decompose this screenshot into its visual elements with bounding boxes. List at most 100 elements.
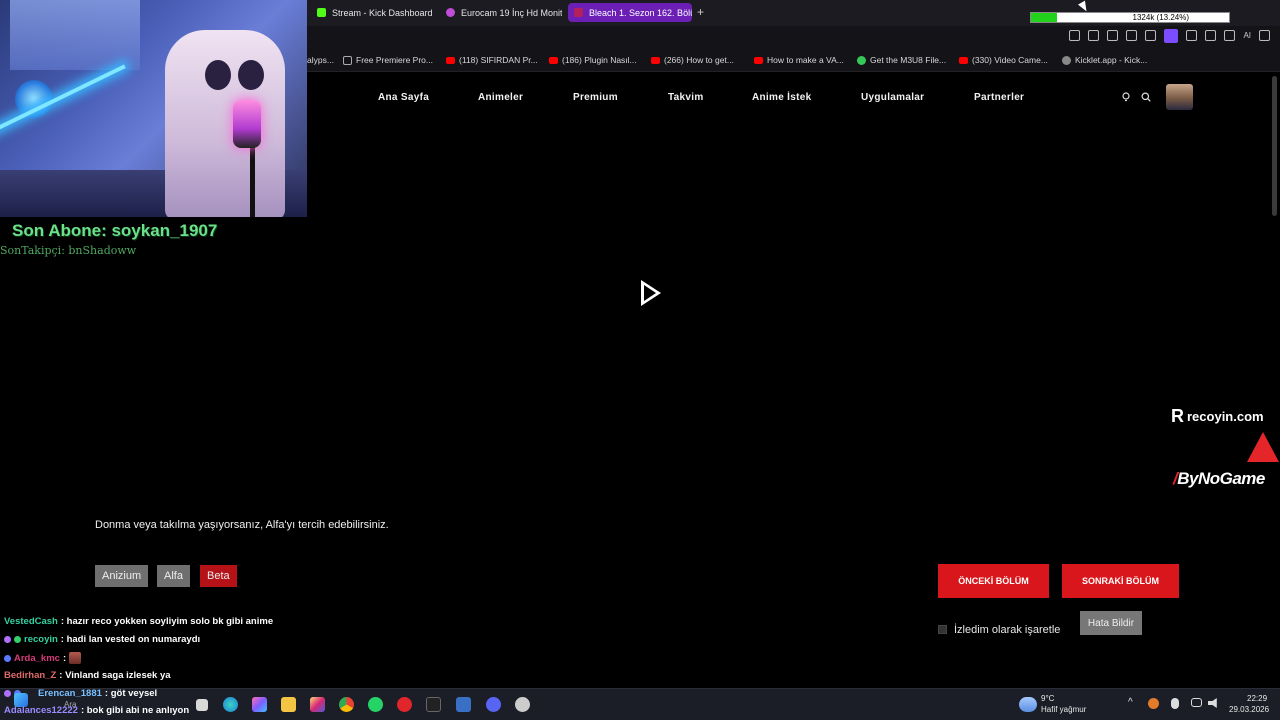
clock-time: 22:29 [1247,694,1268,703]
recording-progress-text: 1324k (13.24%) [1132,13,1189,22]
menu-icon[interactable] [1259,30,1270,41]
sponsor-recoyin: R recoyin.com [1171,406,1264,427]
page-scrollbar[interactable] [1272,76,1277,216]
folder-icon[interactable] [281,697,296,712]
site-icon [574,8,583,17]
nav-partnerler[interactable]: Partnerler [974,92,1024,103]
bookmark-item[interactable]: (330) Video Came... [959,55,1048,65]
bookmark-label: How to make a VA... [767,55,844,65]
tab-eurocam[interactable]: Eurocam 19 İnç Hd Monitö [440,3,562,22]
play-icon[interactable] [1126,30,1138,41]
display-icon[interactable] [1191,698,1202,707]
nav-premium[interactable]: Premium [573,92,618,103]
server-beta-button[interactable]: Beta [200,565,237,587]
server-alfa-button[interactable]: Alfa [157,565,190,587]
badge-icon [4,690,11,697]
bookmark-item[interactable]: How to make a VA... [754,55,844,65]
bookmark-label: alyps... [307,55,334,65]
user-avatar[interactable] [1166,84,1193,110]
nav-anime-istek[interactable]: Anime İstek [752,92,811,103]
chat-text: : [62,652,67,664]
weather-temp: 9°C [1041,694,1055,703]
shield-icon[interactable] [1107,30,1119,41]
nav-uygulamalar[interactable]: Uygulamalar [861,92,924,103]
badge-icon [4,654,11,662]
chat-username: Erencan_1881 [38,688,102,699]
bookmark-label: Get the M3U8 File... [870,55,947,65]
instagram-icon[interactable] [310,697,325,712]
copilot-icon[interactable] [252,697,267,712]
page-icon [343,55,352,65]
bookmark-label: (330) Video Came... [972,55,1048,65]
theme-bulb-icon[interactable] [1121,92,1131,102]
nav-takvim[interactable]: Takvim [668,92,704,103]
kicklet-icon [1062,55,1071,65]
bookmark-item[interactable]: (186) Plugin Nasıl... [549,55,637,65]
last-subscriber-text: Son Abone: soykan_1907 [12,221,218,240]
edge-icon[interactable] [223,697,238,712]
bookmark-item[interactable]: Kicklet.app - Kick... [1062,55,1147,65]
chat-message: Bedirhan_Z : Vinland saga izlesek ya [4,670,171,681]
chat-message: recoyin : hadi lan vested on numaraydı [4,634,200,645]
chat-username: Bedirhan_Z [4,670,57,681]
new-tab-button[interactable]: + [697,5,704,19]
last-follower-text: SonTakipçi: bnShadoww [0,244,137,257]
youtube-icon [754,56,763,64]
nav-animeler[interactable]: Animeler [478,92,523,103]
next-episode-button[interactable]: SONRAKİ BÖLÜM [1062,564,1179,598]
ai-icon[interactable]: AI [1243,30,1251,41]
chat-text: : göt veysel [104,688,158,699]
chat-text: : hazır reco yokken soyliyim solo bk gib… [60,616,274,627]
chat-text: : bok gibi abi ne anlıyon [80,705,190,716]
watched-checkbox[interactable] [938,625,947,634]
tray-app-icon[interactable] [1148,698,1159,709]
extension-icon[interactable] [1164,29,1179,43]
opera-icon[interactable] [397,697,412,712]
bookmark-item[interactable]: alyps... [307,55,334,65]
toolbar-icons: AI [1069,29,1270,43]
chrome-icon[interactable] [339,697,354,712]
chat-message: VestedCash : hazır reco yokken soyliyim … [4,616,273,627]
chat-text: : Vinland saga izlesek ya [59,670,171,681]
tab-bleach[interactable]: Bleach 1. Sezon 162. Bölüm [568,3,692,22]
discord-icon[interactable] [486,697,501,712]
microphone-icon[interactable] [1171,698,1179,709]
recording-progress-bar: 1324k (13.24%) [1030,12,1230,23]
sponsor-text: recoyin.com [1187,409,1264,424]
download-icon[interactable] [1224,30,1236,41]
bookmark-item[interactable]: Get the M3U8 File... [857,55,946,65]
bookmark-item[interactable]: (118) SIFIRDAN Pr... [446,55,538,65]
bookmark-item[interactable]: Free Premiere Pro... [343,55,433,65]
weather-desc: Hafif yağmur [1041,705,1087,714]
riot-icon[interactable] [426,697,441,712]
tab-kick-dashboard[interactable]: Stream - Kick Dashboard [311,3,435,22]
heart-icon[interactable] [1145,30,1157,41]
watched-label: İzledim olarak işaretle [954,624,1061,636]
badge-icon [4,636,11,643]
chat-message: Arda_kmc : [4,652,82,664]
search-icon[interactable] [1141,92,1151,102]
emote-icon [69,652,82,664]
webcam-overlay [0,0,307,217]
previous-episode-button[interactable]: ÖNCEKİ BÖLÜM [938,564,1049,598]
weather-rain-icon[interactable] [1019,697,1037,712]
steam-icon[interactable] [456,697,471,712]
report-error-button[interactable]: Hata Bildir [1080,611,1142,635]
m3u8-icon [857,55,866,65]
crop-icon[interactable] [1088,30,1100,41]
screenshot-icon[interactable] [1069,30,1081,41]
tray-chevron-icon[interactable]: ^ [1128,697,1133,708]
settings-icon[interactable] [515,697,530,712]
bookmark-item[interactable]: (266) How to get... [651,55,734,65]
clock-date: 29.03.2026 [1229,705,1270,714]
person-icon[interactable] [1205,30,1217,41]
whatsapp-icon[interactable] [368,697,383,712]
bookmark-label: (118) SIFIRDAN Pr... [459,55,538,65]
play-button-icon[interactable] [641,280,661,306]
nav-ana-sayfa[interactable]: Ana Sayfa [378,92,429,103]
file-icon[interactable] [196,699,208,711]
badge-icon [14,636,21,643]
server-anizium-button[interactable]: Anizium [95,565,149,587]
puzzle-icon[interactable] [1186,30,1198,41]
bookmark-label: (186) Plugin Nasıl... [562,55,637,65]
